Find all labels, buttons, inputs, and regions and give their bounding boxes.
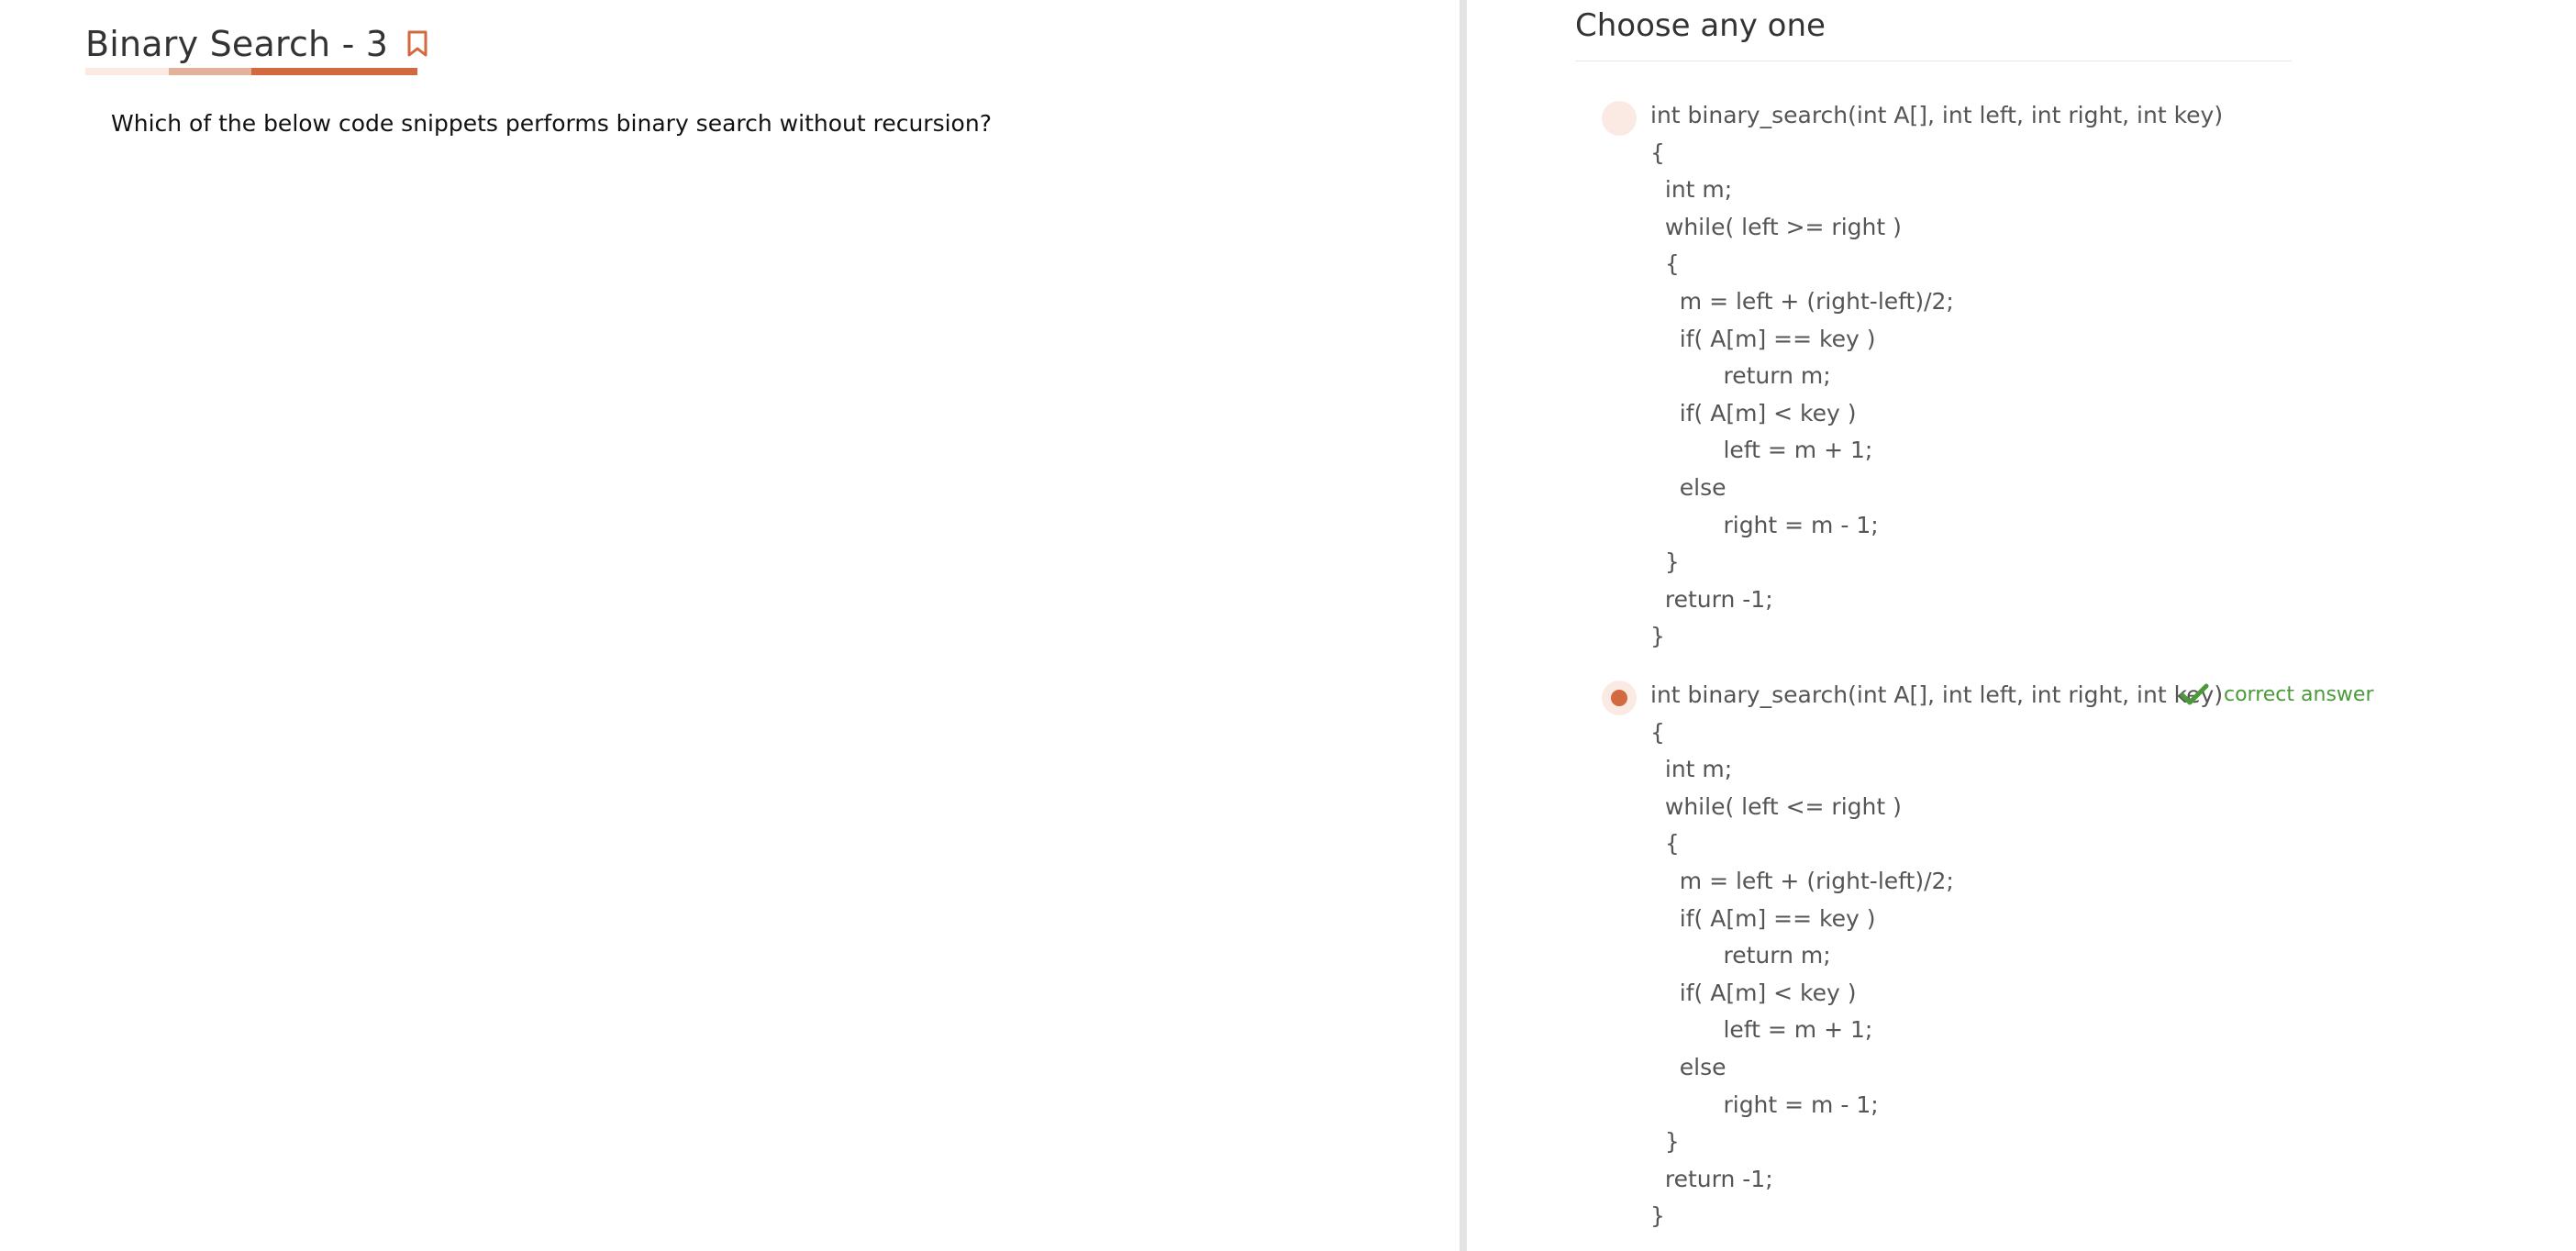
correct-answer-badge: correct answer (2180, 682, 2374, 706)
choose-header: Choose any one (1575, 7, 1826, 44)
code-snippet: int binary_search(int A[], int left, int… (1650, 677, 2223, 1235)
code-line: left = m + 1; (1650, 1016, 1873, 1044)
code-line: while( left <= right ) (1650, 792, 1902, 820)
radio-dot (1611, 690, 1627, 706)
code-line: if( A[m] == key ) (1650, 325, 1876, 352)
bookmark-icon[interactable] (406, 30, 428, 58)
code-line: } (1650, 548, 1680, 576)
code-line: if( A[m] < key ) (1650, 399, 1857, 426)
code-line: if( A[m] < key ) (1650, 979, 1857, 1006)
code-snippet: int binary_search(int A[], int left, int… (1650, 97, 2223, 656)
code-line: right = m - 1; (1650, 511, 1879, 538)
code-line: return m; (1650, 362, 1831, 390)
code-line: left = m + 1; (1650, 437, 1873, 464)
question-pane: Binary Search - 3 Which of the below cod… (0, 0, 1467, 1251)
pane-divider[interactable] (1460, 0, 1467, 1251)
radio-button[interactable] (1602, 101, 1637, 136)
code-line: { (1650, 138, 1665, 166)
code-line: int m; (1650, 756, 1733, 783)
quiz-page: Binary Search - 3 Which of the below cod… (0, 0, 2576, 1251)
code-line: } (1650, 623, 1665, 650)
page-title: Binary Search - 3 (85, 24, 389, 64)
title-row: Binary Search - 3 (85, 24, 428, 64)
code-line: { (1650, 830, 1680, 858)
code-line: return -1; (1650, 1165, 1773, 1192)
code-line: { (1650, 250, 1680, 278)
difficulty-segment (168, 68, 251, 75)
difficulty-segment (251, 68, 335, 75)
code-line: m = left + (right-left)/2; (1650, 287, 1954, 315)
checkmark-icon (2180, 682, 2209, 706)
code-line: else (1650, 473, 1727, 501)
code-line: { (1650, 718, 1665, 746)
code-line: m = left + (right-left)/2; (1650, 867, 1954, 894)
code-line: int binary_search(int A[], int left, int… (1650, 681, 2224, 708)
code-line: return m; (1650, 942, 1831, 969)
code-line: right = m - 1; (1650, 1090, 1879, 1118)
answers-pane: Choose any one int binary_search(int A[]… (1467, 0, 2576, 1251)
code-line: } (1650, 1128, 1680, 1156)
code-line: return -1; (1650, 585, 1773, 613)
difficulty-bar (85, 68, 417, 75)
code-line: else (1650, 1053, 1727, 1080)
code-line: int binary_search(int A[], int left, int… (1650, 102, 2224, 128)
code-line: int m; (1650, 176, 1733, 204)
question-text: Which of the below code snippets perform… (111, 110, 992, 137)
difficulty-segment (85, 68, 169, 75)
code-line: while( left >= right ) (1650, 213, 1902, 240)
radio-button-selected[interactable] (1602, 681, 1637, 715)
code-line: } (1650, 1202, 1665, 1230)
correct-answer-label: correct answer (2224, 682, 2374, 706)
code-line: if( A[m] == key ) (1650, 904, 1876, 932)
difficulty-segment (334, 68, 417, 75)
